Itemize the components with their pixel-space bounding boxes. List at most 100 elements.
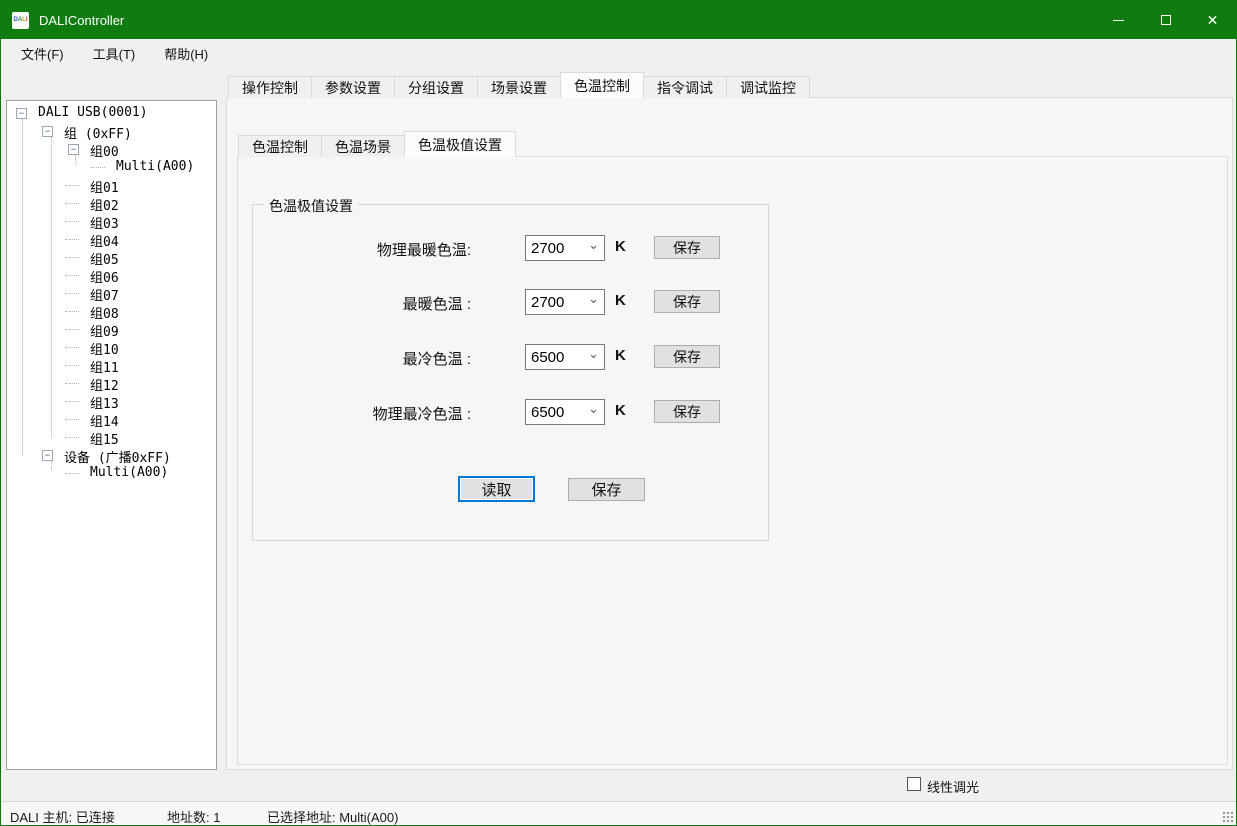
device-tree-panel[interactable]: −DALI USB(0001)−组 (0xFF)−组00Multi(A00)组0… [6, 100, 217, 770]
cct-combobox[interactable]: 2700⌄ [525, 235, 605, 261]
tree-item[interactable]: 组02 [7, 194, 216, 212]
cct-combobox[interactable]: 6500⌄ [525, 399, 605, 425]
tree-item[interactable]: Multi(A00) [7, 464, 216, 482]
tree-connector-line [65, 275, 79, 276]
sub-tab-色温场景[interactable]: 色温场景 [321, 135, 405, 157]
tree-item[interactable]: 组10 [7, 338, 216, 356]
menu-item-文[interactable]: 文件(F) [11, 39, 74, 68]
tree-item[interactable]: 组01 [7, 176, 216, 194]
tree-item[interactable]: 组12 [7, 374, 216, 392]
row-save-button[interactable]: 保存 [654, 236, 720, 259]
cct-form-row: 物理最冷色温 :6500⌄K保存 [253, 399, 768, 425]
tree-item-label: DALI USB(0001) [38, 105, 148, 120]
sub-tab-色温极值设置[interactable]: 色温极值设置 [404, 131, 516, 157]
app-icon: DALI [12, 12, 29, 29]
tree-connector-line [65, 419, 79, 420]
cct-combobox[interactable]: 2700⌄ [525, 289, 605, 315]
cct-row-label: 物理最冷色温 : [241, 403, 471, 424]
tree-item[interactable]: 组06 [7, 266, 216, 284]
tab-分组设置[interactable]: 分组设置 [394, 76, 478, 98]
read-button[interactable]: 读取 [458, 476, 535, 502]
cct-form-row: 物理最暖色温:2700⌄K保存 [253, 235, 768, 261]
row-save-button[interactable]: 保存 [654, 400, 720, 423]
tree-item[interactable]: 组03 [7, 212, 216, 230]
tree-connector-line [65, 185, 79, 186]
minimize-button[interactable] [1095, 1, 1142, 39]
tree-item[interactable]: 组11 [7, 356, 216, 374]
chevron-down-icon: ⌄ [588, 351, 599, 358]
sub-tab-色温控制[interactable]: 色温控制 [238, 135, 322, 157]
tree-item[interactable]: 组09 [7, 320, 216, 338]
tree-item[interactable]: 组05 [7, 248, 216, 266]
combobox-value: 6500 [531, 349, 588, 366]
tab-调试监控[interactable]: 调试监控 [726, 76, 810, 98]
menu-bar: 文件(F) 工具(T) 帮助(H) [2, 39, 1237, 67]
save-button[interactable]: 保存 [568, 478, 645, 501]
tree-item[interactable]: −设备 (广播0xFF) [7, 446, 216, 464]
minimize-icon [1113, 20, 1124, 21]
app-window: DALI DALIController ✕ 文件(F)工具(T)帮助(H) −D… [0, 0, 1237, 826]
tree-expand-icon[interactable]: − [16, 108, 27, 119]
tree-connector-line [65, 473, 79, 474]
tree-expand-icon[interactable]: − [42, 450, 53, 461]
tree-item[interactable]: 组04 [7, 230, 216, 248]
cct-form-row: 最冷色温 :6500⌄K保存 [253, 344, 768, 370]
tree-connector-line [65, 329, 79, 330]
row-save-button[interactable]: 保存 [654, 345, 720, 368]
chevron-down-icon: ⌄ [588, 406, 599, 413]
cct-row-label: 最冷色温 : [241, 348, 471, 369]
tab-场景设置[interactable]: 场景设置 [477, 76, 561, 98]
combobox-value: 2700 [531, 240, 588, 257]
tree-item[interactable]: Multi(A00) [7, 158, 216, 176]
combobox-value: 6500 [531, 404, 588, 421]
footer-row: 线性调光 [2, 770, 1237, 801]
tree-item[interactable]: −组00 [7, 140, 216, 158]
tree-connector-line [65, 437, 79, 438]
menu-item-工[interactable]: 工具(T) [83, 39, 146, 68]
row-save-button[interactable]: 保存 [654, 290, 720, 313]
cct-row-label: 物理最暖色温: [241, 239, 471, 260]
close-button[interactable]: ✕ [1189, 1, 1236, 39]
resize-grip-icon[interactable] [1222, 811, 1234, 823]
tree-expand-icon[interactable]: − [42, 126, 53, 137]
tree-connector-line [91, 167, 105, 168]
window-title: DALIController [39, 13, 124, 28]
tree-item[interactable]: 组14 [7, 410, 216, 428]
maximize-icon [1161, 15, 1171, 25]
tree-connector-line [65, 293, 79, 294]
tree-connector-line [65, 257, 79, 258]
main-tab-page: 色温控制色温场景色温极值设置 色温极值设置 物理最暖色温:2700⌄K保存最暖色… [226, 97, 1233, 770]
unit-label: K [615, 238, 626, 255]
unit-label: K [615, 402, 626, 419]
cct-form-row: 最暖色温 :2700⌄K保存 [253, 289, 768, 315]
sub-tab-strip: 色温控制色温场景色温极值设置 [238, 131, 515, 157]
cct-extremes-groupbox: 色温极值设置 物理最暖色温:2700⌄K保存最暖色温 :2700⌄K保存最冷色温… [252, 204, 769, 541]
tab-色温控制[interactable]: 色温控制 [560, 72, 644, 98]
tree-item[interactable]: −组 (0xFF) [7, 122, 216, 140]
menu-item-帮[interactable]: 帮助(H) [154, 39, 218, 68]
cct-combobox[interactable]: 6500⌄ [525, 344, 605, 370]
unit-label: K [615, 347, 626, 364]
tab-操作控制[interactable]: 操作控制 [228, 76, 312, 98]
main-tab-strip: 操作控制参数设置分组设置场景设置色温控制指令调试调试监控 [228, 74, 809, 98]
tab-参数设置[interactable]: 参数设置 [311, 76, 395, 98]
tree-connector-line [65, 347, 79, 348]
tree-item[interactable]: 组15 [7, 428, 216, 446]
tab-指令调试[interactable]: 指令调试 [643, 76, 727, 98]
maximize-button[interactable] [1142, 1, 1189, 39]
groupbox-title: 色温极值设置 [264, 196, 358, 216]
linear-dimming-checkbox[interactable] [907, 777, 921, 791]
tree-item[interactable]: 组08 [7, 302, 216, 320]
status-address-count: 地址数: 1 [167, 807, 220, 826]
tree-connector-line [65, 239, 79, 240]
tree-item[interactable]: −DALI USB(0001) [7, 104, 216, 122]
tree-connector-line [65, 221, 79, 222]
unit-label: K [615, 292, 626, 309]
sub-tab-page: 色温极值设置 物理最暖色温:2700⌄K保存最暖色温 :2700⌄K保存最冷色温… [237, 156, 1228, 765]
status-host: DALI 主机: 已连接 [10, 807, 115, 826]
tree-item[interactable]: 组07 [7, 284, 216, 302]
tree-item[interactable]: 组13 [7, 392, 216, 410]
tree-connector-line [65, 311, 79, 312]
tree-expand-icon[interactable]: − [68, 144, 79, 155]
chevron-down-icon: ⌄ [588, 242, 599, 249]
